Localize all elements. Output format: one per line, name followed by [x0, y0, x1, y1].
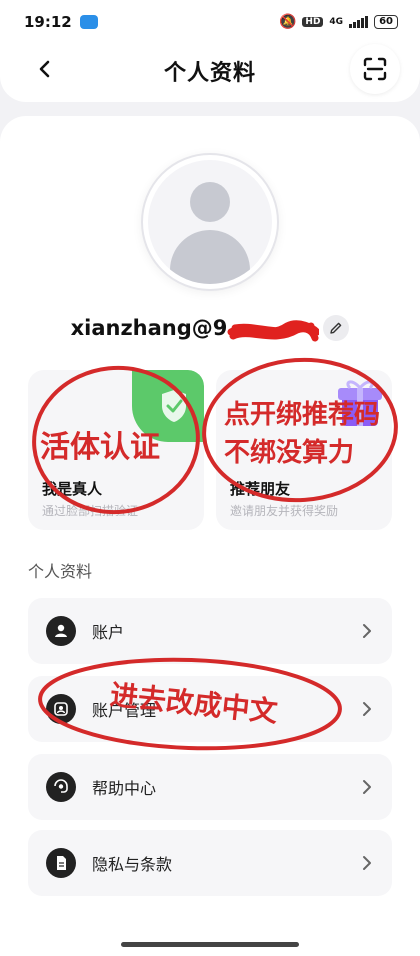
menu-item-help-center[interactable]: 帮助中心	[28, 754, 392, 820]
menu-item-privacy-terms[interactable]: 隐私与条款	[28, 830, 392, 896]
document-icon	[46, 848, 76, 878]
chevron-left-icon	[39, 60, 50, 78]
chevron-right-icon	[363, 856, 371, 870]
page-header: 个人资料	[0, 44, 420, 104]
redaction-scribble	[227, 320, 320, 342]
battery-indicator: 60	[374, 15, 398, 29]
scan-button[interactable]	[350, 44, 400, 94]
feature-subtitle: 通过脸部扫描验证	[42, 504, 139, 518]
page-title: 个人资料	[163, 61, 256, 86]
feature-subtitle: 邀请朋友并获得奖励	[230, 504, 339, 518]
feature-title: 我是真人	[42, 480, 103, 498]
chevron-right-icon	[363, 780, 371, 794]
user-circle-icon	[46, 616, 76, 646]
pencil-icon	[330, 322, 342, 334]
network-label: 4G	[329, 17, 344, 27]
edit-username-button[interactable]	[323, 315, 350, 341]
username-row: xianzhang@9	[0, 310, 420, 346]
username-text: xianzhang@9	[70, 316, 320, 342]
chevron-right-icon	[363, 624, 371, 638]
avatar[interactable]	[141, 153, 279, 291]
username-value: xianzhang@9	[70, 316, 228, 340]
home-indicator[interactable]	[121, 942, 299, 947]
app-notification-icon	[79, 15, 98, 29]
status-time: 19:12	[24, 13, 72, 31]
scan-icon	[363, 57, 387, 81]
menu-item-label: 帮助中心	[92, 779, 157, 798]
back-button[interactable]	[20, 44, 70, 94]
help-chat-icon	[46, 772, 76, 802]
annotation-no-bind: 不绑没算力	[224, 438, 355, 468]
annotation-liveness: 活体认证	[40, 430, 160, 465]
default-avatar-icon	[148, 160, 272, 284]
signal-icon	[349, 16, 369, 28]
annotation-bind-code: 点开绑推荐码	[224, 400, 381, 430]
section-title: 个人资料	[28, 562, 93, 581]
bell-muted-icon: 🔕	[278, 14, 297, 30]
feature-title: 推荐朋友	[230, 480, 291, 498]
hd-badge: HD	[302, 17, 324, 27]
account-manage-icon	[46, 694, 76, 724]
menu-item-label: 账户	[92, 623, 125, 642]
status-bar: 19:12 🔕 HD 4G 60	[0, 0, 420, 44]
chevron-right-icon	[363, 702, 371, 716]
menu-item-account[interactable]: 账户	[28, 598, 392, 664]
menu-item-label: 隐私与条款	[92, 855, 173, 874]
